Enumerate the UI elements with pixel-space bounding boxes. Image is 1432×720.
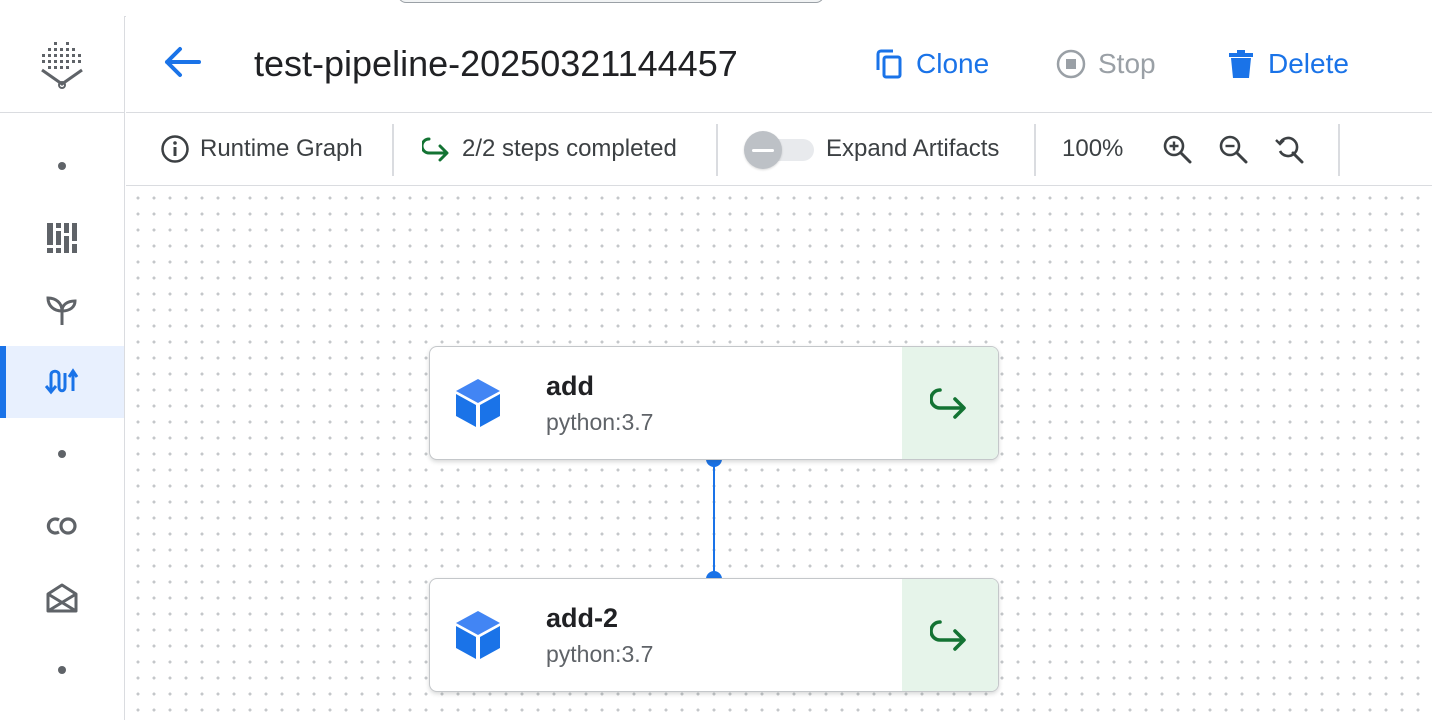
runs-icon	[45, 368, 79, 395]
step-succeeded-icon	[930, 388, 966, 419]
zoom-out-button[interactable]	[1213, 129, 1253, 169]
sprout-icon	[46, 296, 77, 325]
clone-button[interactable]: Clone	[874, 44, 989, 84]
zoom-reset-button[interactable]	[1269, 129, 1309, 169]
graph-node-add[interactable]: add python:3.7	[429, 346, 999, 460]
node-name: add-2	[546, 603, 619, 633]
container-cube-icon	[456, 611, 500, 659]
zoom-in-icon	[1164, 135, 1192, 164]
stop-label: Stop	[1098, 48, 1156, 79]
sidebar-dot	[58, 162, 66, 170]
stop-button[interactable]: Stop	[1056, 44, 1156, 84]
trash-icon	[1226, 49, 1256, 79]
kubeflow-logo-icon	[41, 42, 83, 89]
node-status	[902, 579, 998, 691]
toolbar-divider	[1034, 124, 1036, 176]
toolbar-divider	[392, 124, 394, 176]
step-succeeded-icon	[422, 137, 449, 162]
browser-top-strip	[0, 0, 1432, 17]
zoom-reset-icon	[1275, 136, 1304, 164]
delete-button[interactable]: Delete	[1226, 44, 1349, 84]
sidebar	[0, 16, 125, 720]
step-succeeded-icon	[930, 620, 966, 651]
envelope-open-icon	[46, 583, 78, 613]
clone-label: Clone	[916, 48, 990, 79]
node-image: python:3.7	[546, 641, 654, 667]
node-image: python:3.7	[546, 409, 654, 435]
browser-url-bar[interactable]	[398, 0, 824, 3]
node-name: add	[546, 371, 595, 401]
node-status	[902, 347, 998, 459]
page-title: test-pipeline-20250321144457	[254, 43, 738, 84]
zoom-level: 100%	[1062, 135, 1124, 162]
sidebar-dot	[58, 450, 66, 458]
sidebar-item-pipelines[interactable]	[0, 202, 124, 274]
container-cube-icon	[456, 379, 500, 427]
zoom-in-button[interactable]	[1157, 129, 1197, 169]
steps-status-text: 2/2 steps completed	[462, 135, 677, 162]
delete-label: Delete	[1268, 48, 1349, 79]
toolbar-divider	[1338, 124, 1340, 176]
pipelines-icon	[47, 223, 77, 253]
kubeflow-logo[interactable]	[0, 16, 124, 113]
arrow-back-icon	[165, 47, 201, 77]
run-header: test-pipeline-20250321144457 Clone Stop	[126, 16, 1432, 113]
colab-icon	[46, 517, 77, 535]
graph-toolbar: Runtime Graph 2/2 steps completed Expand…	[126, 113, 1432, 186]
steps-status: 2/2 steps completed	[422, 113, 677, 185]
expand-artifacts-label: Expand Artifacts	[826, 135, 1000, 162]
zoom-controls: 100%	[1062, 113, 1325, 185]
info-icon	[161, 135, 189, 163]
runtime-graph-label: Runtime Graph	[200, 135, 363, 162]
sidebar-item-artifacts[interactable]	[0, 562, 124, 634]
copy-icon	[874, 49, 904, 79]
graph-edge	[713, 458, 715, 580]
back-button[interactable]	[162, 42, 202, 82]
stop-circle-icon	[1056, 49, 1086, 79]
sidebar-item-colab[interactable]	[0, 490, 124, 562]
toggle-thumb	[744, 131, 782, 169]
toggle-switch[interactable]	[744, 131, 816, 169]
graph-canvas[interactable]: add python:3.7 add-2 python:3.7	[126, 186, 1432, 720]
graph-node-add-2[interactable]: add-2 python:3.7	[429, 578, 999, 692]
runtime-graph-info[interactable]: Runtime Graph	[160, 113, 363, 185]
sidebar-item-experiments[interactable]	[0, 274, 124, 346]
expand-artifacts-toggle[interactable]: Expand Artifacts	[744, 113, 999, 185]
sidebar-item-runs[interactable]	[0, 346, 124, 418]
zoom-out-icon	[1220, 135, 1248, 164]
sidebar-dot	[58, 666, 66, 674]
toolbar-divider	[716, 124, 718, 176]
